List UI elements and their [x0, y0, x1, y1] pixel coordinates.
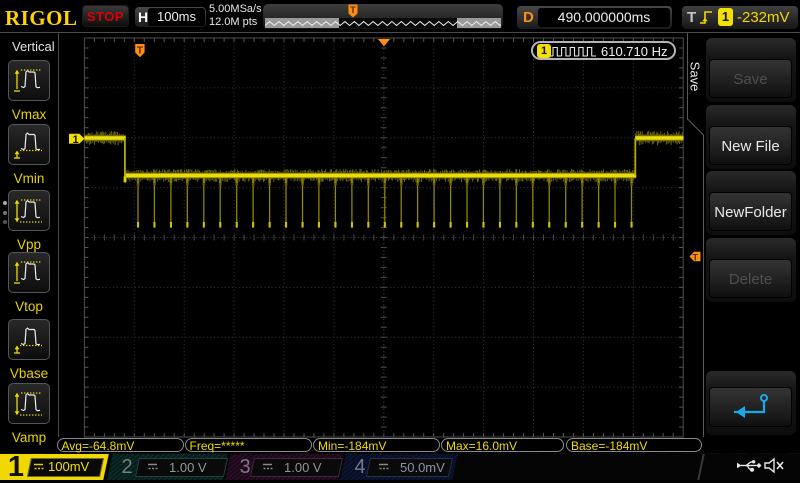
svg-text:1: 1: [72, 134, 78, 146]
svg-text:T: T: [137, 46, 143, 57]
svg-text:T: T: [350, 5, 356, 15]
